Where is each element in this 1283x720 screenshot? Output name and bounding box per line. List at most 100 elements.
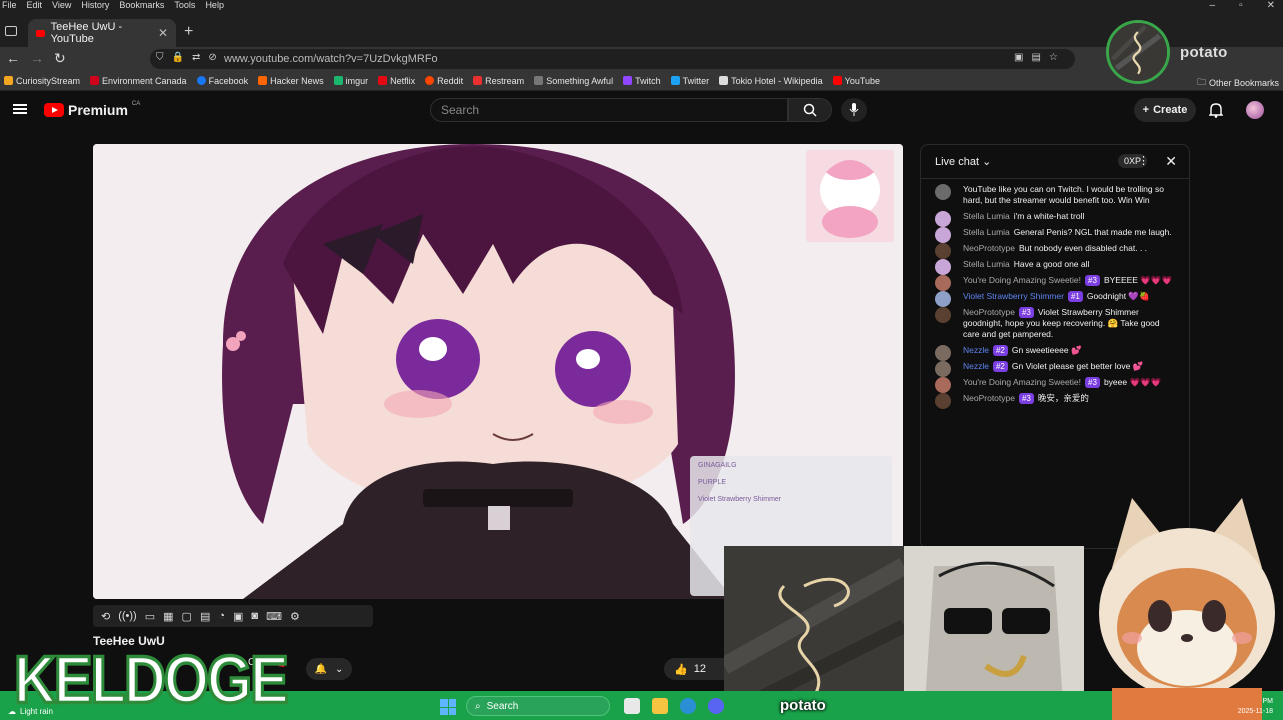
reader-icon[interactable]: ▣ xyxy=(1014,52,1023,63)
bookmark-favicon-icon xyxy=(425,76,435,85)
chat-messages: YouTube like you can on Twitch. I would … xyxy=(921,184,1189,409)
url-field[interactable]: www.youtube.com/watch?v=7UzDvkgMRFo xyxy=(150,49,1075,69)
chat-avatar[interactable] xyxy=(935,259,951,275)
tab-list-icon[interactable] xyxy=(5,26,17,36)
bookmarks-bar: CuriosityStream Environment Canada Faceb… xyxy=(0,71,1283,91)
maximize-icon[interactable]: ▫ xyxy=(1239,0,1243,11)
member-badge: #3 xyxy=(1085,275,1100,286)
lock-icon[interactable]: 🔒 xyxy=(172,52,184,63)
edge-icon[interactable] xyxy=(680,698,696,714)
bookmark-item[interactable]: Something Awful xyxy=(534,76,613,86)
chat-avatar[interactable] xyxy=(935,307,951,323)
close-chat-icon[interactable]: ✕ xyxy=(1165,153,1177,170)
notifications-icon[interactable] xyxy=(1209,102,1223,118)
chat-avatar[interactable] xyxy=(935,393,951,409)
create-button[interactable]: + Create xyxy=(1134,98,1196,122)
tab-youtube[interactable]: TeeHee UwU - YouTube ✕ xyxy=(28,19,176,47)
reload-icon[interactable]: ↻ xyxy=(54,50,66,67)
bookmark-item[interactable]: Twitch xyxy=(623,76,661,86)
menu-tools[interactable]: Tools xyxy=(174,0,195,11)
youtube-logo[interactable]: Premium CA xyxy=(44,101,141,118)
country-code: CA xyxy=(131,101,141,107)
live-chat-title[interactable]: Live chat ⌄ xyxy=(935,155,991,168)
star-icon[interactable]: ☆ xyxy=(1049,52,1058,63)
taskbar-search[interactable]: ⌕ Search xyxy=(466,696,610,716)
system-clock[interactable]: PM 2025-11-18 xyxy=(1238,697,1273,717)
bookmark-item[interactable]: CuriosityStream xyxy=(4,76,80,86)
discord-icon[interactable] xyxy=(708,698,724,714)
clip-icon[interactable]: ▦ xyxy=(163,610,173,623)
thumbs-up-icon: 👍 xyxy=(674,663,688,676)
chat-avatar[interactable] xyxy=(935,345,951,361)
menu-help[interactable]: Help xyxy=(205,0,224,11)
keldoge-watermark: KELDOGE xyxy=(13,642,291,719)
subtitles-icon[interactable]: ▣ xyxy=(233,610,243,623)
bookmark-item[interactable]: Restream xyxy=(473,76,524,86)
screenshot-icon[interactable]: ◙ xyxy=(251,610,258,622)
fullscreen-icon[interactable]: ▤ xyxy=(200,610,210,623)
chat-avatar[interactable] xyxy=(935,291,951,307)
back-icon[interactable]: ← xyxy=(6,50,20,66)
more-options-icon[interactable]: ⋮ xyxy=(1138,154,1149,167)
bookmark-item[interactable]: Twitter xyxy=(670,76,709,86)
chat-message: YouTube like you can on Twitch. I would … xyxy=(935,184,1177,206)
close-tab-icon[interactable]: ✕ xyxy=(158,26,168,40)
chat-avatar[interactable] xyxy=(935,227,951,243)
chat-message: Stella Lumia Have a good one all xyxy=(935,259,1177,275)
bookmark-favicon-icon xyxy=(623,76,633,85)
permissions-icon[interactable]: ⇄ xyxy=(192,52,200,63)
new-tab-icon[interactable]: + xyxy=(184,23,193,41)
live-icon[interactable]: ((•)) xyxy=(118,610,137,622)
menu-history[interactable]: History xyxy=(81,0,109,11)
shield-icon[interactable]: ⛉ xyxy=(156,52,164,63)
bookmark-favicon-icon xyxy=(90,76,100,85)
menu-view[interactable]: View xyxy=(52,0,71,11)
media-off-icon[interactable]: ⊘ xyxy=(208,52,216,63)
account-avatar[interactable] xyxy=(1246,101,1264,119)
voice-search-button[interactable] xyxy=(841,98,867,122)
chat-avatar[interactable] xyxy=(935,361,951,377)
chat-avatar[interactable] xyxy=(935,243,951,259)
forward-icon[interactable]: → xyxy=(30,50,44,66)
settings-gear-icon[interactable]: ⚙ xyxy=(290,610,300,623)
task-view-icon[interactable] xyxy=(624,698,640,714)
chat-avatar[interactable] xyxy=(935,211,951,227)
chat-avatar[interactable] xyxy=(935,377,951,393)
bookmark-item[interactable]: Hacker News xyxy=(258,76,324,86)
profile-avatar[interactable] xyxy=(1106,20,1170,84)
bookmark-item[interactable]: Facebook xyxy=(196,76,248,86)
screenshot-icon[interactable]: ▤ xyxy=(1031,52,1040,63)
minimize-icon[interactable]: – xyxy=(1210,0,1216,11)
file-explorer-icon[interactable] xyxy=(652,698,668,714)
theater-icon[interactable]: ▢ xyxy=(182,610,192,623)
bookmark-favicon-icon xyxy=(333,76,343,85)
member-badge: #3 xyxy=(1018,393,1034,404)
keyboard-icon[interactable]: ⌨ xyxy=(266,610,282,623)
bookmark-item[interactable]: Environment Canada xyxy=(90,76,187,86)
menu-file[interactable]: File xyxy=(2,0,17,11)
search-input[interactable]: Search xyxy=(430,98,788,122)
start-button[interactable] xyxy=(440,699,456,715)
other-bookmarks[interactable]: 🗀 Other Bookmarks xyxy=(1197,75,1279,91)
speed-icon[interactable]: ◔ xyxy=(218,610,225,622)
chat-avatar[interactable] xyxy=(935,184,951,200)
bookmark-item[interactable]: Tokio Hotel - Wikipedia xyxy=(719,76,823,86)
menu-edit[interactable]: Edit xyxy=(27,0,43,11)
tab-title: TeeHee UwU - YouTube xyxy=(50,21,123,45)
chat-message: Stella Lumia i'm a white-hat troll xyxy=(935,211,1177,227)
like-button[interactable]: 👍 12 xyxy=(664,658,726,680)
search-button[interactable] xyxy=(788,98,832,122)
chat-avatar[interactable] xyxy=(935,275,951,291)
bookmark-item[interactable]: Reddit xyxy=(425,76,463,86)
menu-bookmarks[interactable]: Bookmarks xyxy=(119,0,164,11)
bookmark-item[interactable]: YouTube xyxy=(832,76,880,86)
nav-bar: ← → ↻ www.youtube.com/watch?v=7UzDvkgMRF… xyxy=(0,47,1283,113)
hamburger-menu-icon[interactable] xyxy=(13,104,27,114)
subscription-bell-button[interactable]: 🔔 ⌄ xyxy=(306,658,352,680)
bookmark-item[interactable]: Netflix xyxy=(378,76,415,86)
loop-icon[interactable]: ⟲ xyxy=(101,610,110,623)
bookmark-item[interactable]: imgur xyxy=(333,76,368,86)
miniplayer-icon[interactable]: ▭ xyxy=(145,610,155,623)
profile-name: potato xyxy=(1180,44,1228,61)
close-window-icon[interactable]: ✕ xyxy=(1267,0,1275,11)
